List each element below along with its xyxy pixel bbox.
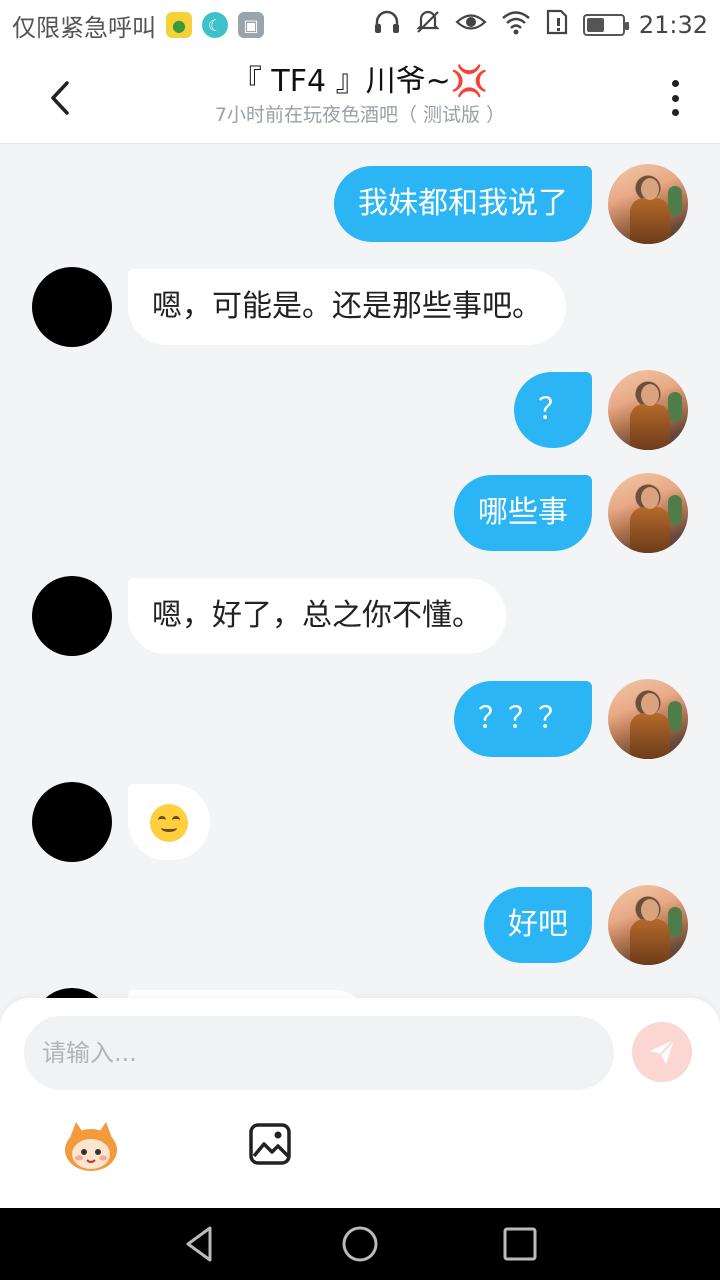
status-bar-left: 仅限紧急呼叫 ● ☾ ▣: [12, 8, 264, 43]
system-navigation-bar: [0, 1208, 720, 1280]
message-row-outgoing: ？: [0, 370, 720, 450]
message-bubble-outgoing[interactable]: 好吧: [484, 887, 592, 963]
status-bar-right: 21:32: [373, 9, 708, 42]
recents-square-icon: [503, 1227, 537, 1261]
my-avatar[interactable]: [608, 473, 688, 553]
my-avatar[interactable]: [608, 885, 688, 965]
more-vertical-icon-dot: [671, 94, 679, 102]
mute-icon: [415, 9, 441, 42]
eye-icon: [455, 9, 487, 42]
message-row-outgoing: 好吧: [0, 885, 720, 965]
image-picker-button[interactable]: [248, 1122, 292, 1166]
wifi-icon: [501, 9, 531, 42]
clock: 21:32: [638, 11, 708, 39]
battery-fill: [586, 18, 604, 32]
message-row-incoming: 嗯，好了，总之你不懂。: [0, 576, 720, 656]
message-row-outgoing: ？？？: [0, 679, 720, 759]
message-row-incoming: [0, 782, 720, 862]
chat-subtitle: 7小时前在玩夜色酒吧（ 测试版 ）: [214, 104, 506, 126]
mascot-sticker-icon: [65, 1122, 117, 1171]
home-circle-icon: [342, 1226, 378, 1262]
anger-badge-icon: 💢: [450, 64, 489, 99]
sim-icon: [545, 9, 569, 42]
more-vertical-icon-dot: [671, 109, 679, 116]
message-row-outgoing: 哪些事: [0, 473, 720, 553]
headphones-icon: [373, 9, 401, 42]
my-avatar[interactable]: [608, 679, 688, 759]
message-bubble-outgoing[interactable]: ？？？: [454, 681, 592, 757]
nav-recents-button[interactable]: [490, 1214, 550, 1274]
chevron-left-icon: [51, 81, 69, 115]
battery-icon: [582, 14, 629, 36]
my-avatar[interactable]: [608, 164, 688, 244]
message-input[interactable]: [24, 1016, 614, 1090]
message-bubble-outgoing[interactable]: 我妹都和我说了: [334, 166, 592, 242]
chat-header: 『 TF4 』川爷~💢 7小时前在玩夜色酒吧（ 测试版 ）: [0, 50, 720, 144]
image-icon: ▣: [238, 12, 264, 38]
back-triangle-icon: [186, 1226, 212, 1262]
smiling-face-emoji-icon: [150, 803, 188, 842]
nav-home-button[interactable]: [330, 1214, 390, 1274]
more-options-button[interactable]: [660, 76, 690, 120]
message-bubble-incoming[interactable]: 嗯，可能是。还是那些事吧。: [128, 269, 566, 345]
status-bar: 仅限紧急呼叫 ● ☾ ▣ 21:32: [0, 0, 720, 50]
message-bubble-outgoing[interactable]: 哪些事: [454, 475, 592, 551]
send-button[interactable]: [632, 1022, 692, 1082]
contact-avatar[interactable]: [32, 782, 112, 862]
send-icon: [650, 1039, 675, 1064]
carrier-text: 仅限紧急呼叫: [12, 13, 156, 42]
contact-avatar[interactable]: [32, 576, 112, 656]
message-list[interactable]: 我妹都和我说了 嗯，可能是。还是那些事吧。 ？ 哪些事 嗯，好了，总之你不懂。 …: [0, 144, 720, 1000]
message-bubble-incoming[interactable]: 嗯，好了，总之你不懂。: [128, 578, 506, 654]
chat-title-block[interactable]: 『 TF4 』川爷~💢 7小时前在玩夜色酒吧（ 测试版 ）: [120, 62, 600, 128]
back-button[interactable]: [40, 78, 80, 118]
message-bubble-incoming-emoji[interactable]: [128, 784, 210, 860]
message-composer: [0, 998, 720, 1208]
nav-back-button[interactable]: [170, 1214, 230, 1274]
chat-title: 『 TF4 』川爷~💢: [120, 62, 600, 102]
my-avatar[interactable]: [608, 370, 688, 450]
app-icon-yellow: ●: [166, 12, 192, 38]
mascot-sticker-button[interactable]: [62, 1118, 120, 1174]
message-row-outgoing: 我妹都和我说了: [0, 164, 720, 244]
moon-icon: ☾: [202, 12, 228, 38]
more-vertical-icon-dot: [671, 80, 679, 87]
contact-name: 『 TF4 』川爷~: [231, 64, 451, 99]
contact-avatar[interactable]: [32, 267, 112, 347]
image-picker-icon: [249, 1123, 291, 1165]
message-bubble-outgoing[interactable]: ？: [514, 372, 592, 448]
message-row-incoming: 嗯，可能是。还是那些事吧。: [0, 267, 720, 347]
